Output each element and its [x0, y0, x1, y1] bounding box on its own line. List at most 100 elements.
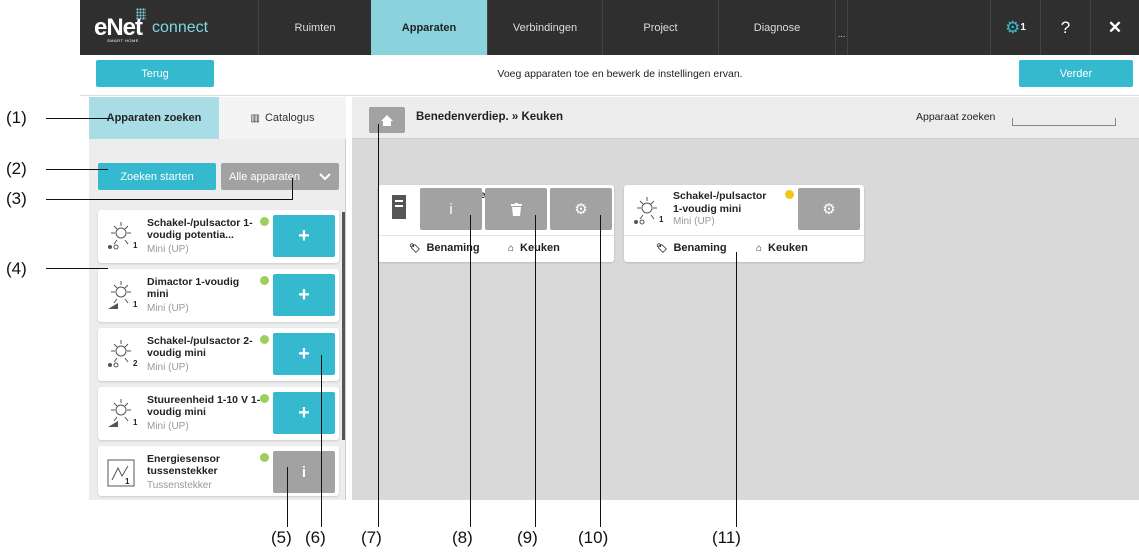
- callout-line: [736, 252, 737, 527]
- callout-1: (1): [6, 108, 27, 127]
- list-scrollbar[interactable]: [342, 212, 345, 440]
- device-room-field[interactable]: ⌂ Keuken: [508, 242, 560, 254]
- add-device-button[interactable]: +: [273, 274, 335, 316]
- help-button[interactable]: ?: [1040, 0, 1090, 55]
- add-device-button[interactable]: +: [273, 215, 335, 257]
- device-room-field[interactable]: ⌂ Keuken: [756, 242, 808, 254]
- status-dot: [260, 276, 269, 285]
- home-button[interactable]: [369, 107, 405, 133]
- device-name: Dimactor 1-voudig mini: [147, 276, 240, 300]
- tab-diagnose[interactable]: Diagnose: [718, 0, 835, 55]
- device-name-field[interactable]: 🏷 Benaming: [656, 242, 727, 254]
- device-name: Schakel-/pulsactor 1-voudig potentia...: [147, 217, 253, 241]
- device-module-icon: [392, 195, 406, 219]
- more-tabs[interactable]: ...: [835, 0, 847, 55]
- lamp-actuator-icon: [634, 197, 657, 225]
- channel-count: 1: [133, 241, 138, 250]
- room-label: Keuken: [520, 242, 560, 254]
- dimmer-icon: [108, 281, 131, 309]
- device-list-item[interactable]: 2 Schakel-/pulsactor 2-voudig mini Mini …: [98, 328, 339, 381]
- callout-5: (5): [271, 528, 292, 547]
- device-list-item[interactable]: 1 Dimactor 1-voudig mini Mini (UP) +: [98, 269, 339, 322]
- device-type: Mini (UP): [147, 244, 189, 255]
- device-list-item[interactable]: 1 Schakel-/pulsactor 1-voudig potentia..…: [98, 210, 339, 263]
- device-type: Mini (UP): [147, 362, 189, 373]
- status-dot: [260, 335, 269, 344]
- device-info-button[interactable]: i: [420, 188, 482, 230]
- device-search-label: Apparaat zoeken: [916, 111, 996, 123]
- device-type: Mini (UP): [147, 421, 189, 432]
- status-dot: [260, 453, 269, 462]
- room-device-card[interactable]: 1 Schakel-/pulsactor 1-voudig mini Mini …: [624, 185, 864, 262]
- status-dot: [260, 217, 269, 226]
- device-settings-button[interactable]: ⚙: [798, 188, 860, 230]
- callout-10: (10): [578, 528, 609, 547]
- trash-icon: [510, 202, 522, 216]
- screen: eNet connect SMART HOME Ruimten Apparate…: [0, 0, 1139, 555]
- gear-icon: ⚙: [574, 201, 588, 218]
- gear-icon: ⚙: [822, 201, 836, 218]
- delete-device-button[interactable]: [485, 188, 547, 230]
- channel-count: 1: [659, 215, 664, 224]
- instruction-text: Voeg apparaten toe en bewerk de instelli…: [497, 68, 743, 80]
- tag-icon: 🏷: [656, 242, 668, 253]
- settings-button[interactable]: ⚙ 1: [990, 0, 1040, 55]
- chevron-down-icon: [319, 172, 331, 180]
- energy-sensor-icon: [107, 459, 135, 487]
- tab-apparaten[interactable]: Apparaten: [371, 0, 487, 55]
- callout-3: (3): [6, 189, 27, 208]
- nav-divider: [847, 0, 848, 55]
- close-button[interactable]: ✕: [1090, 0, 1139, 55]
- channel-count: 2: [133, 359, 138, 368]
- channel-count: 1: [125, 477, 130, 486]
- room-label: Keuken: [768, 242, 808, 254]
- device-name: Schakel-/pulsactor 2-voudig mini: [147, 335, 253, 359]
- callout-line: [287, 467, 288, 527]
- callout-11: (11): [712, 528, 741, 547]
- next-button[interactable]: Verder: [1019, 60, 1133, 87]
- channel-count: 1: [133, 300, 138, 309]
- lamp-actuator-icon: [108, 222, 131, 250]
- callout-line: [46, 199, 293, 200]
- device-filter-dropdown[interactable]: Alle apparaten: [221, 163, 339, 190]
- callout-line: [46, 169, 108, 170]
- catalog-icon: ▥: [250, 112, 260, 124]
- dimmer-icon: [108, 399, 131, 427]
- device-list-item[interactable]: 1 Stuureenheid 1-10 V 1-voudig mini Mini…: [98, 387, 339, 440]
- back-button[interactable]: Terug: [96, 60, 214, 87]
- device-filter-value: Alle apparaten: [229, 170, 300, 183]
- channel-count: 1: [133, 418, 138, 427]
- add-device-button[interactable]: +: [273, 392, 335, 434]
- device-list-item[interactable]: 1 Energiesensor tussenstekker Tussenstek…: [98, 446, 339, 496]
- device-type: Tussenstekker: [147, 480, 212, 491]
- tab-catalog[interactable]: ▥ Catalogus: [219, 97, 346, 139]
- callout-line: [46, 268, 108, 269]
- start-search-button[interactable]: Zoeken starten: [98, 163, 216, 190]
- device-name-line2: 1-voudig mini: [673, 203, 742, 215]
- tag-icon: 🏷: [409, 242, 421, 253]
- device-type: Mini (UP): [673, 216, 715, 227]
- callout-line: [378, 124, 379, 527]
- home-icon: ⌂: [756, 242, 763, 254]
- tab-ruimten[interactable]: Ruimten: [258, 0, 371, 55]
- callout-line: [292, 178, 293, 199]
- device-type: Mini (UP): [147, 303, 189, 314]
- tab-verbindingen[interactable]: Verbindingen: [487, 0, 602, 55]
- tab-project[interactable]: Project: [602, 0, 718, 55]
- device-info-button[interactable]: i: [273, 451, 335, 493]
- card-divider: [624, 235, 864, 236]
- callout-line: [535, 215, 536, 527]
- callout-2: (2): [6, 159, 27, 178]
- callout-line: [321, 355, 322, 527]
- status-dot: [785, 190, 794, 199]
- status-dot: [260, 394, 269, 403]
- add-device-button[interactable]: +: [273, 333, 335, 375]
- device-name: Energiesensor tussenstekker: [147, 453, 220, 477]
- callout-line: [600, 215, 601, 527]
- device-settings-button[interactable]: ⚙: [550, 188, 612, 230]
- room-device-card[interactable]: e i ⚙ 🏷 Benaming ⌂ Keuken: [378, 185, 614, 262]
- tab-search-devices[interactable]: Apparaten zoeken: [89, 97, 219, 139]
- settings-badge: 1: [1020, 22, 1026, 33]
- device-search-input[interactable]: [1012, 118, 1116, 126]
- logo-dots-icon: [136, 8, 146, 20]
